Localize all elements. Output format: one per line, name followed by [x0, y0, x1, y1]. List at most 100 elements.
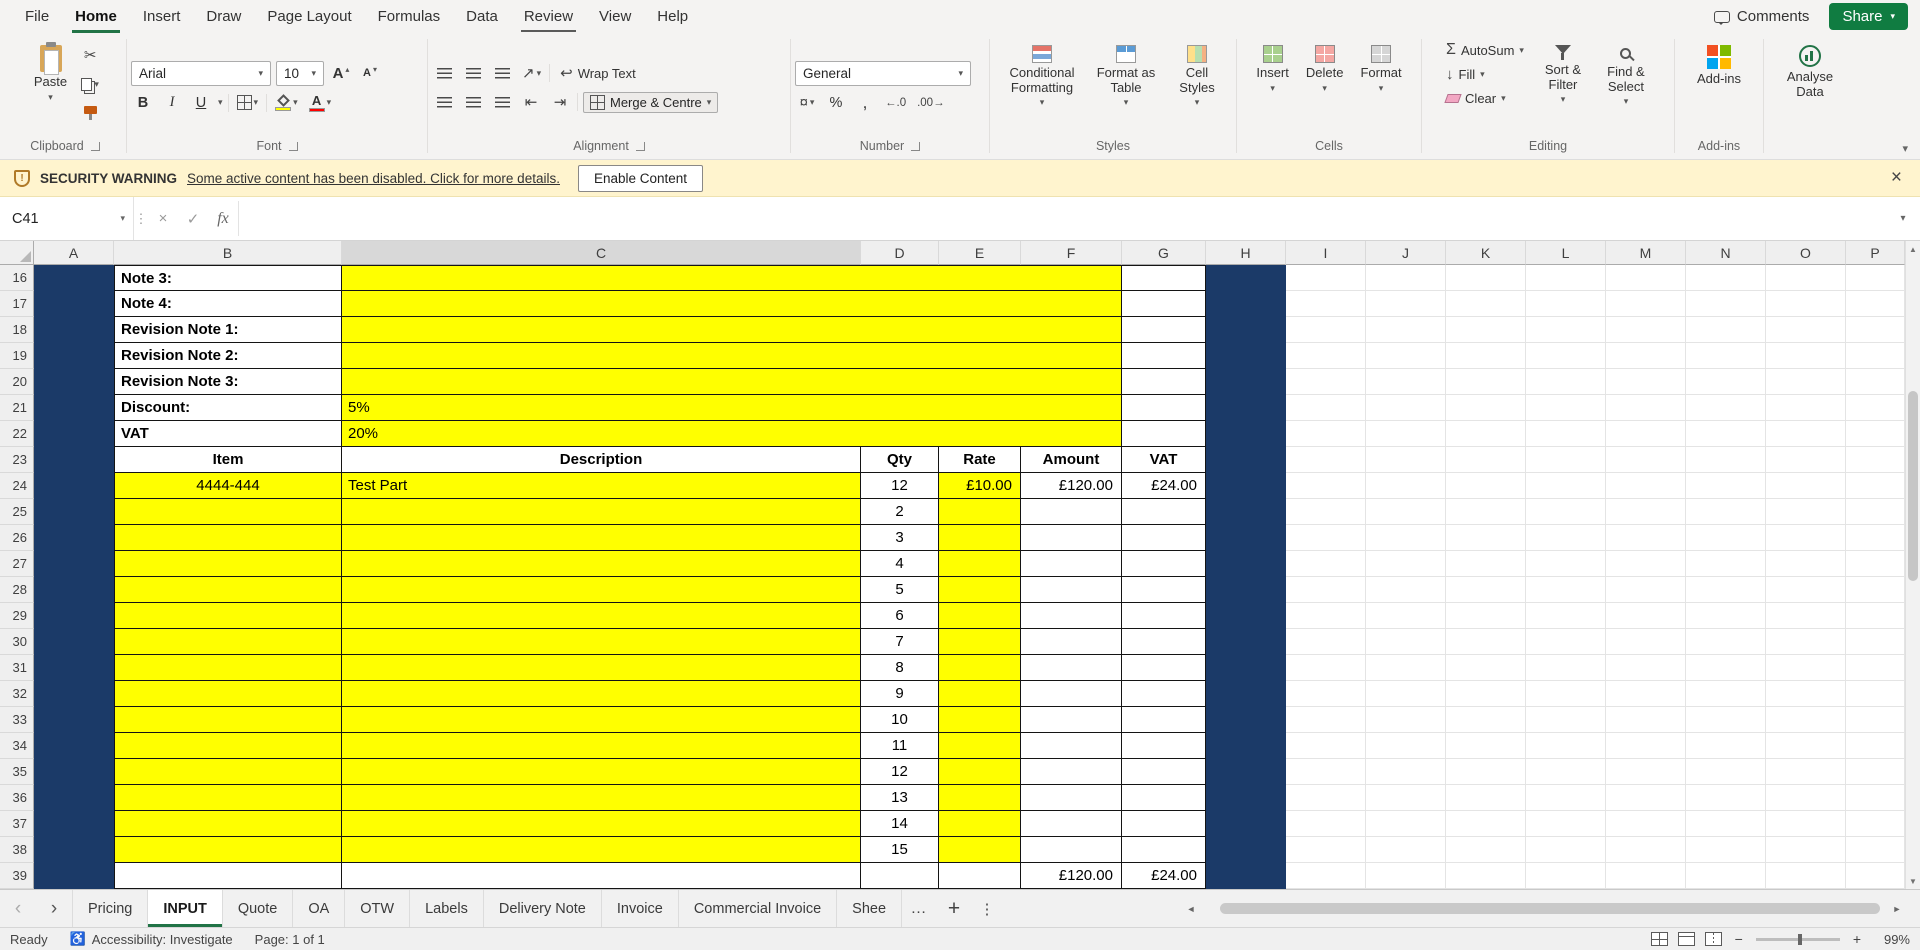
cell-O26[interactable]	[1766, 525, 1846, 551]
cell-I26[interactable]	[1286, 525, 1366, 551]
cell-D35[interactable]: 12	[861, 759, 939, 785]
number-dialog-launcher-icon[interactable]	[911, 141, 921, 151]
cell-C22[interactable]: 20%	[342, 421, 1122, 447]
row-header-18[interactable]: 18	[0, 317, 34, 343]
cell-J39[interactable]	[1366, 863, 1446, 889]
cell-O37[interactable]	[1766, 811, 1846, 837]
cell-G39[interactable]: £24.00	[1122, 863, 1206, 889]
cell-B18[interactable]: Revision Note 1:	[114, 317, 342, 343]
cell-N33[interactable]	[1686, 707, 1766, 733]
cell-C21[interactable]: 5%	[342, 395, 1122, 421]
cell-M39[interactable]	[1606, 863, 1686, 889]
cell-L16[interactable]	[1526, 265, 1606, 291]
cell-K17[interactable]	[1446, 291, 1526, 317]
cell-F26[interactable]	[1021, 525, 1122, 551]
cell-I24[interactable]	[1286, 473, 1366, 499]
font-name-select[interactable]: Arial ▾	[131, 60, 271, 86]
cell-C18[interactable]	[342, 317, 1122, 343]
cell-L39[interactable]	[1526, 863, 1606, 889]
cell-M31[interactable]	[1606, 655, 1686, 681]
cell-N22[interactable]	[1686, 421, 1766, 447]
delete-cells-button[interactable]: Delete ▾	[1300, 40, 1350, 95]
cell-M19[interactable]	[1606, 343, 1686, 369]
col-header-A[interactable]: A	[34, 241, 114, 265]
cell-H39[interactable]	[1206, 863, 1286, 889]
cell-L20[interactable]	[1526, 369, 1606, 395]
cell-H36[interactable]	[1206, 785, 1286, 811]
cell-J33[interactable]	[1366, 707, 1446, 733]
row-header-28[interactable]: 28	[0, 577, 34, 603]
cell-F27[interactable]	[1021, 551, 1122, 577]
decrease-indent-button[interactable]: ⇤	[519, 90, 543, 114]
fill-color-button[interactable]: ▾	[272, 91, 301, 115]
cell-O19[interactable]	[1766, 343, 1846, 369]
col-header-N[interactable]: N	[1686, 241, 1766, 265]
vertical-scrollbar[interactable]: ▲ ▼	[1905, 241, 1920, 889]
cell-D23[interactable]: Qty	[861, 447, 939, 473]
cell-K22[interactable]	[1446, 421, 1526, 447]
cell-B33[interactable]	[114, 707, 342, 733]
cell-O39[interactable]	[1766, 863, 1846, 889]
normal-view-button[interactable]	[1650, 932, 1668, 946]
cell-N37[interactable]	[1686, 811, 1766, 837]
cell-P16[interactable]	[1846, 265, 1905, 291]
italic-button[interactable]: I	[160, 91, 184, 115]
cell-C38[interactable]	[342, 837, 861, 863]
horizontal-scrollbar[interactable]: ◄ ►	[1182, 890, 1906, 927]
cell-B30[interactable]	[114, 629, 342, 655]
formula-input[interactable]	[238, 201, 1886, 236]
cell-C19[interactable]	[342, 343, 1122, 369]
cell-G34[interactable]	[1122, 733, 1206, 759]
cell-I21[interactable]	[1286, 395, 1366, 421]
cell-F25[interactable]	[1021, 499, 1122, 525]
cell-I20[interactable]	[1286, 369, 1366, 395]
cell-M38[interactable]	[1606, 837, 1686, 863]
cell-O24[interactable]	[1766, 473, 1846, 499]
cell-F37[interactable]	[1021, 811, 1122, 837]
select-all-corner[interactable]	[0, 241, 34, 265]
cell-N27[interactable]	[1686, 551, 1766, 577]
horizontal-scrollbar-track[interactable]	[1200, 901, 1888, 916]
cell-O33[interactable]	[1766, 707, 1846, 733]
cell-B31[interactable]	[114, 655, 342, 681]
cell-O32[interactable]	[1766, 681, 1846, 707]
cell-F34[interactable]	[1021, 733, 1122, 759]
cell-A24[interactable]	[34, 473, 114, 499]
cell-M29[interactable]	[1606, 603, 1686, 629]
cell-C28[interactable]	[342, 577, 861, 603]
cell-P23[interactable]	[1846, 447, 1905, 473]
cell-O27[interactable]	[1766, 551, 1846, 577]
cell-I36[interactable]	[1286, 785, 1366, 811]
underline-button[interactable]: U	[189, 91, 213, 115]
cell-A20[interactable]	[34, 369, 114, 395]
cell-N28[interactable]	[1686, 577, 1766, 603]
cell-I29[interactable]	[1286, 603, 1366, 629]
conditional-formatting-button[interactable]: Conditional Formatting ▾	[1000, 40, 1084, 109]
cell-F30[interactable]	[1021, 629, 1122, 655]
cell-B36[interactable]	[114, 785, 342, 811]
cell-H19[interactable]	[1206, 343, 1286, 369]
row-header-38[interactable]: 38	[0, 837, 34, 863]
cell-A29[interactable]	[34, 603, 114, 629]
cell-I35[interactable]	[1286, 759, 1366, 785]
cell-M18[interactable]	[1606, 317, 1686, 343]
cancel-icon[interactable]: ×	[148, 197, 178, 240]
cell-L19[interactable]	[1526, 343, 1606, 369]
cell-J36[interactable]	[1366, 785, 1446, 811]
cell-A18[interactable]	[34, 317, 114, 343]
cell-G26[interactable]	[1122, 525, 1206, 551]
cell-J19[interactable]	[1366, 343, 1446, 369]
cell-J26[interactable]	[1366, 525, 1446, 551]
cell-O28[interactable]	[1766, 577, 1846, 603]
cell-H35[interactable]	[1206, 759, 1286, 785]
cell-J31[interactable]	[1366, 655, 1446, 681]
cell-B38[interactable]	[114, 837, 342, 863]
cell-H20[interactable]	[1206, 369, 1286, 395]
increase-font-size-button[interactable]: A ▴	[329, 61, 353, 85]
cell-G37[interactable]	[1122, 811, 1206, 837]
cell-G23[interactable]: VAT	[1122, 447, 1206, 473]
cell-J32[interactable]	[1366, 681, 1446, 707]
row-header-34[interactable]: 34	[0, 733, 34, 759]
cell-D39[interactable]	[861, 863, 939, 889]
cell-P33[interactable]	[1846, 707, 1905, 733]
